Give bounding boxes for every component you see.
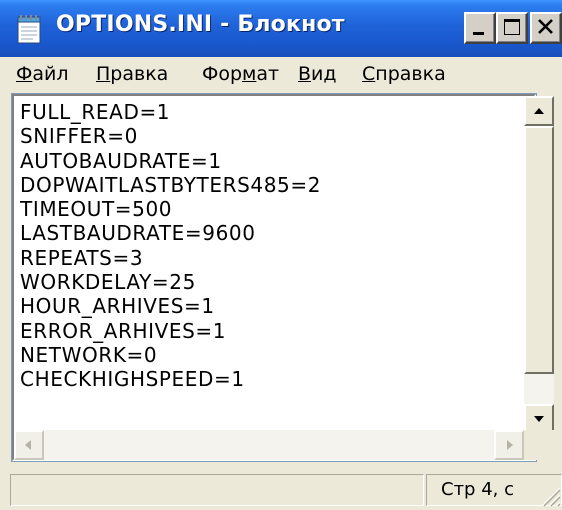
arrow-down-icon (534, 416, 544, 422)
menu-edit-mnemonic: П (96, 63, 111, 85)
editor-line: NETWORK=0 (20, 342, 158, 367)
minimize-icon (473, 32, 484, 35)
menu-view-suffix: ид (311, 63, 337, 85)
editor-line: SNIFFER=0 (20, 124, 138, 149)
menu-edit-suffix: равка (110, 63, 169, 85)
resize-grip-icon[interactable] (536, 482, 562, 508)
menu-bar: Файл Правка Формат Вид Справка (0, 57, 562, 91)
status-pane-main (10, 474, 424, 506)
editor-line: FULL_READ=1 (20, 100, 171, 124)
scroll-up-button[interactable] (524, 96, 554, 126)
vertical-scrollbar[interactable] (524, 96, 554, 434)
cursor-position: Стр 4, с (441, 479, 514, 500)
menu-format-suffix: ат (256, 63, 280, 85)
menu-view-mnemonic: В (298, 63, 312, 85)
menu-help[interactable]: Справка (362, 61, 446, 87)
editor-line: LASTBAUDRATE=9600 (20, 221, 256, 246)
editor-line: ERROR_ARHIVES=1 (20, 318, 227, 343)
minimize-button[interactable] (464, 12, 496, 44)
vertical-scroll-thumb[interactable] (524, 126, 554, 374)
arrow-left-icon (25, 440, 31, 450)
maximize-button[interactable] (496, 12, 528, 44)
scrollbar-corner (524, 430, 554, 460)
menu-file-mnemonic: Ф (16, 63, 33, 85)
menu-help-suffix: правка (375, 63, 446, 85)
editor-text-area[interactable]: FULL_READ=1 SNIFFER=0 AUTOBAUDRATE=1 DOP… (20, 100, 500, 430)
menu-format[interactable]: Формат (202, 61, 279, 87)
menu-format-mnemonic: м (242, 63, 257, 85)
editor-line: WORKDELAY=25 (20, 270, 196, 295)
notepad-icon (17, 15, 41, 44)
close-button[interactable] (530, 12, 562, 44)
editor-line: DOPWAITLASTBYTERS485=2 (20, 172, 322, 197)
maximize-icon (504, 19, 520, 35)
menu-edit[interactable]: Правка (96, 61, 168, 87)
status-bar: Стр 4, с (0, 468, 562, 510)
menu-help-mnemonic: С (362, 63, 376, 85)
title-bar[interactable]: OPTIONS.INI - Блокнот (0, 0, 562, 57)
window-title: OPTIONS.INI - Блокнот (56, 12, 345, 37)
editor-line: TIMEOUT=500 (20, 197, 173, 222)
menu-file-suffix: айл (32, 63, 69, 85)
notepad-window: OPTIONS.INI - Блокнот Файл Правка Формат… (0, 0, 562, 510)
menu-file[interactable]: Файл (16, 61, 69, 87)
editor-line: REPEATS=3 (20, 245, 144, 270)
scroll-right-button[interactable] (494, 430, 524, 460)
menu-format-prefix: Фор (202, 63, 243, 85)
horizontal-scrollbar[interactable] (14, 430, 524, 460)
editor-line: AUTOBAUDRATE=1 (20, 148, 222, 173)
arrow-up-icon (534, 108, 544, 114)
editor-line: HOUR_ARHIVES=1 (20, 294, 215, 319)
scroll-left-button[interactable] (14, 430, 44, 460)
arrow-right-icon (507, 440, 513, 450)
menu-view[interactable]: Вид (298, 61, 337, 87)
close-icon (538, 19, 553, 34)
editor-line: CHECKHIGHSPEED=1 (20, 367, 245, 392)
text-editor[interactable]: FULL_READ=1 SNIFFER=0 AUTOBAUDRATE=1 DOP… (11, 93, 537, 462)
